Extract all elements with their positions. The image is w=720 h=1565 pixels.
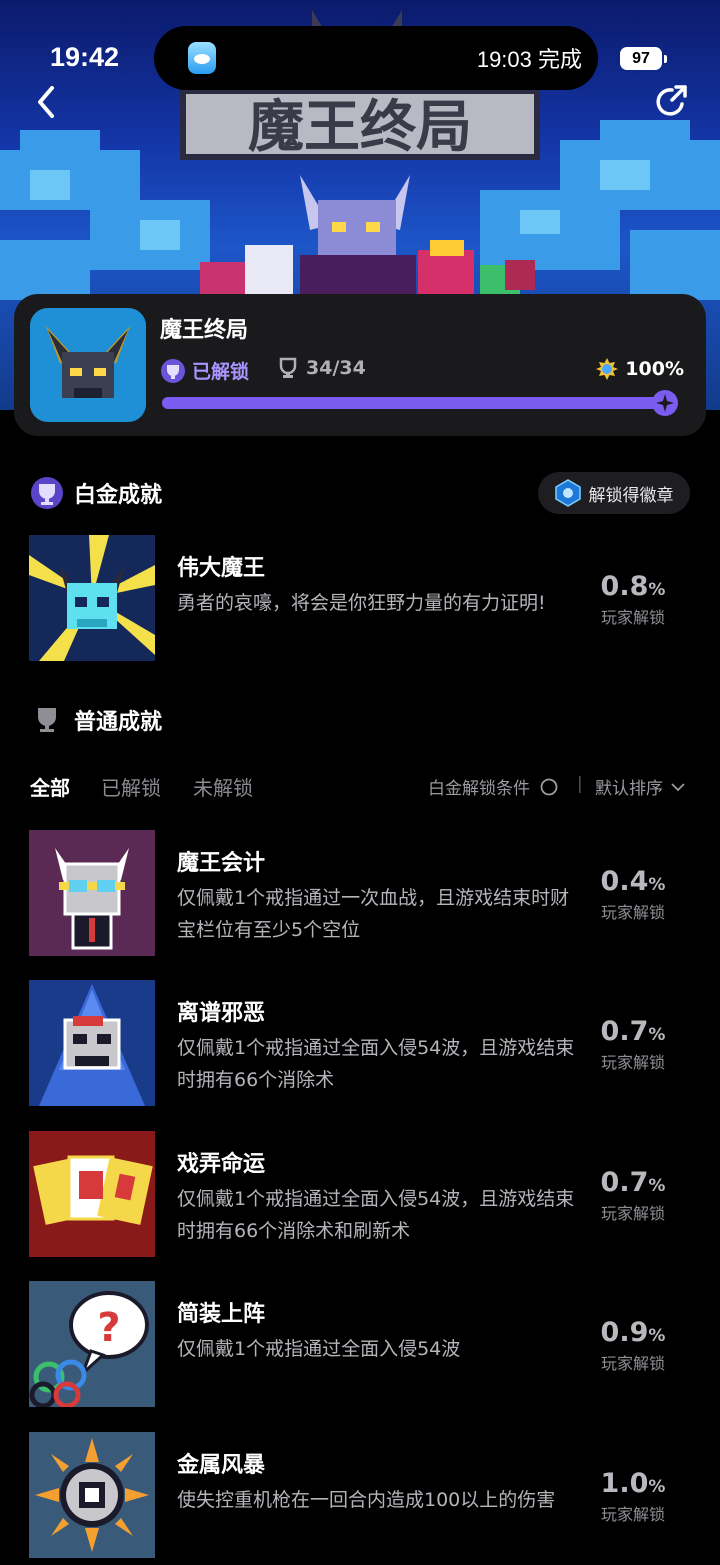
trophy-icon (279, 357, 297, 378)
unlocked-status: 已解锁 (160, 357, 249, 384)
badge-icon (554, 479, 581, 507)
svg-text:?: ? (97, 1305, 120, 1351)
rate-label: 玩家解锁 (600, 1354, 665, 1373)
share-icon (656, 85, 687, 116)
rate-label: 玩家解锁 (600, 1505, 665, 1524)
platinum-achievement[interactable]: 伟大魔王 勇者的哀嚎，将会是你狂野力量的有力证明! 0.8% 玩家解锁 (0, 535, 720, 663)
sort-label: 默认排序 (595, 779, 663, 799)
achievement-item[interactable]: 离谱邪恶 仅佩戴1个戒指通过全面入侵54波，且游戏结束时拥有66个消除术 0.7… (0, 980, 720, 1108)
rate-unit: % (648, 1477, 666, 1497)
achievement-image (29, 980, 155, 1106)
completion-percent: 100% (595, 357, 684, 381)
achievement-title: 金属风暴 (177, 1453, 266, 1478)
divider: | (577, 774, 583, 794)
count-value: 34/34 (306, 357, 366, 379)
rate-value: 0.7 (600, 1167, 649, 1198)
achievement-title: 魔王会计 (177, 851, 266, 876)
achievement-image (29, 1432, 155, 1558)
achievement-image (29, 1131, 155, 1257)
achievement-title: 离谱邪恶 (177, 1001, 266, 1026)
achievement-item[interactable]: ? 简装上阵 仅佩戴1个戒指通过全面入侵54波 0.9% 玩家解锁 (0, 1281, 720, 1409)
rate-label: 玩家解锁 (600, 903, 665, 922)
achievement-image (29, 830, 155, 956)
unlock-rate: 1.0% 玩家解锁 (588, 1468, 678, 1525)
unlocked-label: 已解锁 (192, 361, 250, 383)
share-button[interactable] (652, 82, 692, 122)
rate-value: 0.4 (600, 866, 649, 897)
platinum-heading: 白金成就 (30, 476, 162, 510)
platinum-trophy-icon (161, 358, 185, 383)
achievement-desc: 使失控重机枪在一回合内造成100以上的伤害 (177, 1489, 556, 1511)
rate-unit: % (648, 580, 666, 600)
unlock-badge-button[interactable]: 解锁得徽章 (538, 472, 690, 514)
rate-unit: % (648, 1176, 666, 1196)
rate-label: 玩家解锁 (600, 1053, 665, 1072)
rate-unit: % (648, 1326, 666, 1346)
condition-label: 白金解锁条件 (428, 779, 530, 799)
progress-fill (162, 397, 672, 409)
achievement-title: 简装上阵 (177, 1302, 266, 1327)
trophy-icon (38, 708, 56, 732)
rate-value: 0.8 (600, 571, 649, 602)
island-text: 19:03 完成 (476, 47, 582, 72)
achievement-desc: 仅佩戴1个戒指通过全面入侵54波，且游戏结束时拥有66个消除术和刷新术 (177, 1188, 575, 1242)
app-icon (188, 42, 216, 74)
achievement-desc: 勇者的哀嚎，将会是你狂野力量的有力证明! (177, 592, 546, 614)
unlock-rate: 0.7% 玩家解锁 (588, 1167, 678, 1224)
platinum-condition-toggle[interactable]: 白金解锁条件 (428, 774, 558, 799)
achievement-count: 34/34 (278, 357, 366, 379)
progress-knob (652, 390, 678, 416)
achievement-item[interactable]: 魔王会计 仅佩戴1个戒指通过一次血战，且游戏结束时财宝栏位有至少5个空位 0.4… (0, 830, 720, 958)
achievement-desc: 仅佩戴1个戒指通过全面入侵54波 (177, 1338, 461, 1360)
medal-icon (596, 358, 619, 380)
tab-unlocked[interactable]: 已解锁 (101, 772, 161, 801)
achievement-image: ? (29, 1281, 155, 1407)
radio-icon (540, 778, 558, 795)
achievement-title: 伟大魔王 (177, 556, 266, 581)
unlock-rate: 0.9% 玩家解锁 (588, 1317, 678, 1374)
achievement-item[interactable]: 金属风暴 使失控重机枪在一回合内造成100以上的伤害 1.0% 玩家解锁 (0, 1432, 720, 1560)
banner-logo: 魔王终局 (248, 95, 472, 160)
back-button[interactable] (28, 82, 68, 122)
game-title: 魔王终局 (160, 318, 249, 343)
rate-unit: % (648, 1025, 666, 1045)
status-time: 19:42 (50, 42, 120, 72)
achievement-desc: 仅佩戴1个戒指通过全面入侵54波，且游戏结束时拥有66个消除术 (177, 1037, 575, 1091)
battery-indicator: 97 (620, 47, 667, 70)
filter-bar: 全部 已解锁 未解锁 白金解锁条件 | 默认排序 (0, 768, 720, 804)
rate-unit: % (648, 875, 666, 895)
dynamic-island[interactable]: 19:03 完成 (154, 26, 598, 90)
tab-locked[interactable]: 未解锁 (193, 772, 253, 801)
normal-heading-text: 普通成就 (74, 710, 163, 735)
progress-bar (162, 397, 672, 409)
tab-all[interactable]: 全部 (30, 772, 70, 801)
rate-label: 玩家解锁 (600, 1204, 665, 1223)
star-icon (656, 394, 674, 412)
rate-value: 1.0 (600, 1468, 649, 1499)
rate-value: 0.9 (600, 1317, 649, 1348)
unlock-badge-label: 解锁得徽章 (588, 485, 674, 506)
rate-value: 0.7 (600, 1016, 649, 1047)
game-icon (30, 308, 146, 422)
rate-label: 玩家解锁 (600, 608, 665, 627)
achievement-desc: 仅佩戴1个戒指通过一次血战，且游戏结束时财宝栏位有至少5个空位 (177, 887, 570, 941)
chevron-left-icon (38, 86, 54, 118)
game-card[interactable]: 魔王终局 已解锁 34/34 100% (14, 294, 706, 436)
platinum-trophy-icon (31, 477, 63, 509)
achievement-item[interactable]: 戏弄命运 仅佩戴1个戒指通过全面入侵54波，且游戏结束时拥有66个消除术和刷新术… (0, 1131, 720, 1259)
unlock-rate: 0.7% 玩家解锁 (588, 1016, 678, 1073)
achievement-image (29, 535, 155, 661)
unlock-rate: 0.4% 玩家解锁 (588, 866, 678, 923)
platinum-heading-text: 白金成就 (74, 483, 163, 508)
percent-value: 100% (625, 358, 684, 380)
normal-heading: 普通成就 (30, 703, 162, 737)
achievement-title: 戏弄命运 (177, 1152, 266, 1177)
chevron-down-icon (671, 782, 685, 791)
sort-dropdown[interactable]: 默认排序 (595, 774, 685, 799)
unlock-rate: 0.8% 玩家解锁 (588, 571, 678, 628)
